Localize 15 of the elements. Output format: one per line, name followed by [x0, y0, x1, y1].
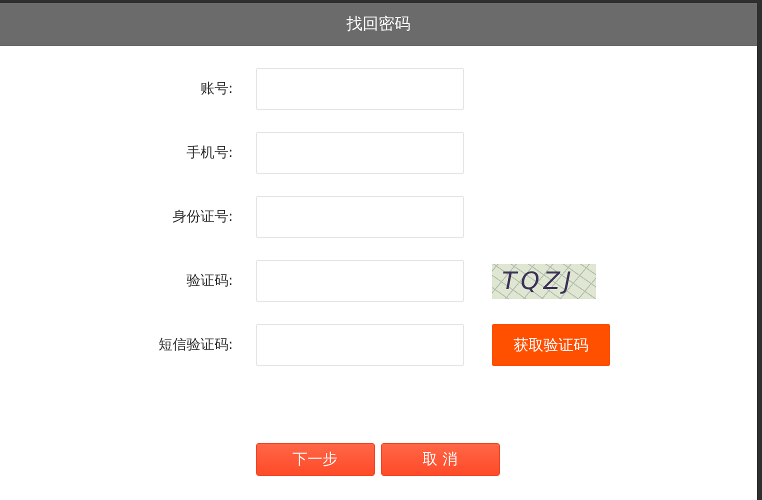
input-field[interactable] [256, 132, 464, 174]
cancel-button[interactable]: 取 消 [380, 443, 500, 476]
input-field[interactable] [256, 324, 464, 366]
input-field[interactable] [256, 68, 464, 110]
input-field[interactable] [256, 196, 464, 238]
field-label: 账号: [199, 80, 234, 98]
field-label: 手机号: [185, 144, 234, 162]
captcha-image[interactable]: TQZJ [492, 264, 596, 298]
next-button[interactable]: 下一步 [256, 443, 374, 476]
field-label: 身份证号: [171, 208, 234, 226]
field-label: 短信验证码: [157, 336, 234, 354]
dialog-title: 找回密码 [346, 14, 410, 35]
field-label: 验证码: [185, 272, 234, 290]
input-field[interactable] [256, 260, 464, 302]
get-code-button[interactable]: 获取验证码 [492, 324, 610, 366]
